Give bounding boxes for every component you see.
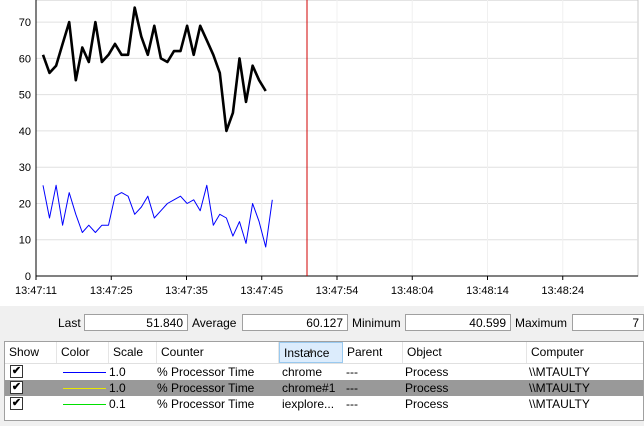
x-tick-label: 13:47:25 (90, 285, 133, 297)
x-tick-label: 13:48:14 (466, 285, 509, 297)
average-label: Average (192, 316, 237, 330)
counter-cell: % Processor Time (157, 365, 255, 379)
scale-cell: 1.0 (109, 381, 126, 395)
scale-cell: 0.1 (109, 397, 126, 411)
x-tick-label: 13:47:11 (15, 285, 57, 297)
x-tick-label: 13:47:35 (165, 285, 208, 297)
counter-list[interactable]: Show Color Scale Counter ▲ Instance Pare… (4, 341, 644, 421)
last-label: Last (58, 316, 81, 330)
average-value: 60.127 (242, 314, 348, 331)
counter-row[interactable]: ✔ 1.0 % Processor Time chrome#1 --- Proc… (5, 380, 643, 396)
instance-cell: iexplore... (282, 397, 335, 411)
minimum-label: Minimum (352, 316, 401, 330)
minimum-value: 40.599 (405, 314, 511, 331)
series-color-swatch (63, 372, 106, 373)
column-header-show[interactable]: Show (5, 342, 57, 363)
graph-canvas: 0 10 20 30 40 50 60 70 13:47:11 13:47:25 13:47:35 1… (15, 0, 639, 297)
counter-cell: % Processor Time (157, 381, 255, 395)
counter-row[interactable]: ✔ 0.1 % Processor Time iexplore... --- P… (5, 396, 643, 412)
maximum-value: 7 (572, 314, 644, 331)
y-tick-label: 70 (19, 17, 31, 29)
y-tick-label: 20 (19, 198, 31, 210)
show-checkbox[interactable]: ✔ (10, 381, 23, 394)
x-tick-label: 13:47:54 (316, 285, 359, 297)
y-tick-label: 10 (19, 235, 31, 247)
maximum-label: Maximum (515, 316, 568, 330)
object-cell: Process (405, 397, 449, 411)
counter-cell: % Processor Time (157, 397, 255, 411)
show-checkbox[interactable]: ✔ (10, 365, 23, 378)
y-tick-label: 30 (19, 162, 31, 174)
y-tick-label: 40 (19, 126, 31, 138)
parent-cell: --- (346, 397, 358, 411)
x-tick-label: 13:48:24 (541, 285, 584, 297)
y-tick-label: 50 (19, 90, 31, 102)
computer-cell: \\MTAULTY (529, 381, 590, 395)
scale-cell: 1.0 (109, 365, 126, 379)
parent-cell: --- (346, 365, 358, 379)
column-header-computer[interactable]: Computer (527, 342, 643, 363)
x-tick-label: 13:48:04 (391, 285, 434, 297)
object-cell: Process (405, 381, 449, 395)
column-header-color[interactable]: Color (57, 342, 109, 363)
show-checkbox[interactable]: ✔ (10, 397, 23, 410)
column-header-object[interactable]: Object (403, 342, 527, 363)
column-header-scale[interactable]: Scale (109, 342, 157, 363)
x-tick-label: 13:47:45 (240, 285, 283, 297)
object-cell: Process (405, 365, 449, 379)
last-value: 51.840 (84, 314, 188, 331)
column-header-counter[interactable]: Counter (157, 342, 279, 363)
statistics-bar: Last 51.840 Average 60.127 Minimum 40.59… (0, 306, 644, 342)
sort-ascending-icon: ▲ (307, 346, 315, 355)
column-header-instance[interactable]: ▲ Instance (279, 342, 343, 363)
computer-cell: \\MTAULTY (529, 397, 590, 411)
counter-row[interactable]: ✔ 1.0 % Processor Time chrome --- Proces… (5, 364, 643, 380)
series-color-swatch (63, 388, 106, 389)
y-tick-label: 60 (19, 53, 31, 65)
series-color-swatch (63, 404, 106, 405)
instance-cell: chrome (282, 365, 323, 379)
y-tick-label: 0 (25, 271, 31, 283)
parent-cell: --- (346, 381, 358, 395)
instance-cell: chrome#1 (282, 381, 336, 395)
counter-list-header: Show Color Scale Counter ▲ Instance Pare… (5, 342, 643, 364)
computer-cell: \\MTAULTY (529, 365, 590, 379)
column-header-parent[interactable]: Parent (343, 342, 403, 363)
performance-graph[interactable]: 0 10 20 30 40 50 60 70 13:47:11 13:47:25 13:47:35 1… (0, 0, 644, 306)
